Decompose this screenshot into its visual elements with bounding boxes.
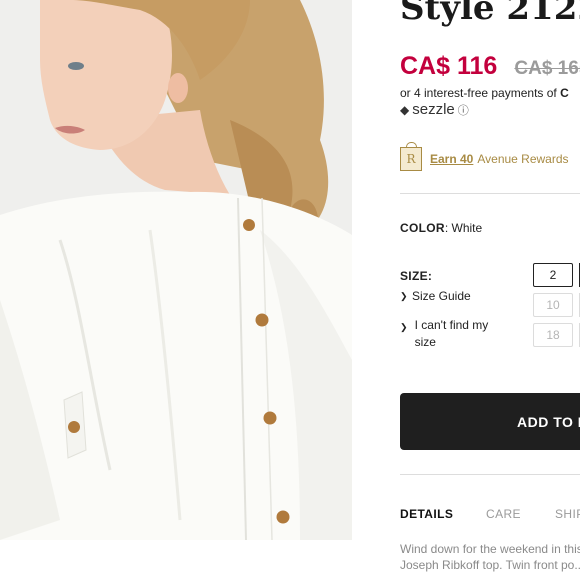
rewards-row: R Earn 40 Avenue Rewards	[400, 142, 569, 171]
product-details-panel: Style 21228 CA$ 116 CA$ 165 or 4 interes…	[400, 0, 580, 580]
rewards-label: Avenue Rewards	[477, 152, 569, 166]
installment-prefix: or 4 interest-free payments of	[400, 86, 557, 100]
size-option-2[interactable]: 2	[533, 263, 573, 287]
earn-rewards-link[interactable]: Earn 40	[430, 152, 473, 166]
cant-find-size-label: I can't find my size	[414, 318, 489, 349]
size-option-10[interactable]: 10	[533, 293, 573, 317]
size-label: SIZE:	[400, 269, 433, 283]
chevron-right-icon: ❯	[400, 291, 408, 301]
tab-care[interactable]: CARE	[486, 507, 521, 521]
product-image[interactable]	[0, 0, 352, 540]
sezzle-badge[interactable]: ◆ sezzle ⓘ	[400, 101, 469, 118]
original-price: CA$ 165	[514, 58, 580, 79]
gift-icon: R	[400, 142, 422, 171]
product-page: Style 21228 CA$ 116 CA$ 165 or 4 interes…	[0, 0, 580, 580]
price-row: CA$ 116 CA$ 165	[400, 52, 580, 81]
size-option-18[interactable]: 18	[533, 323, 573, 347]
chevron-right-icon: ❯	[400, 322, 408, 332]
installment-text: or 4 interest-free payments of C	[400, 86, 569, 100]
sale-price: CA$ 116	[400, 52, 498, 80]
installment-amount: C	[560, 86, 569, 100]
sezzle-logo-icon: ◆	[400, 102, 410, 117]
product-description: Wind down for the weekend in this Joseph…	[400, 542, 580, 572]
tab-shipping[interactable]: SHIP	[555, 507, 580, 521]
info-icon[interactable]: ⓘ	[458, 102, 469, 118]
sezzle-logo-text: sezzle	[412, 101, 455, 118]
tab-details[interactable]: DETAILS	[400, 507, 453, 521]
divider	[400, 474, 580, 475]
model-photo-illustration	[0, 0, 352, 540]
add-to-bag-button[interactable]: ADD TO BA	[400, 393, 580, 450]
color-value: : White	[444, 221, 483, 235]
cant-find-size-link[interactable]: ❯ I can't find my size	[400, 317, 510, 351]
size-guide-label: Size Guide	[412, 289, 471, 303]
color-label: COLOR	[400, 221, 445, 235]
size-guide-link[interactable]: ❯ Size Guide	[400, 289, 471, 303]
color-selection: COLOR: White	[400, 221, 482, 235]
divider	[400, 193, 580, 194]
product-title: Style 21228	[400, 0, 580, 28]
